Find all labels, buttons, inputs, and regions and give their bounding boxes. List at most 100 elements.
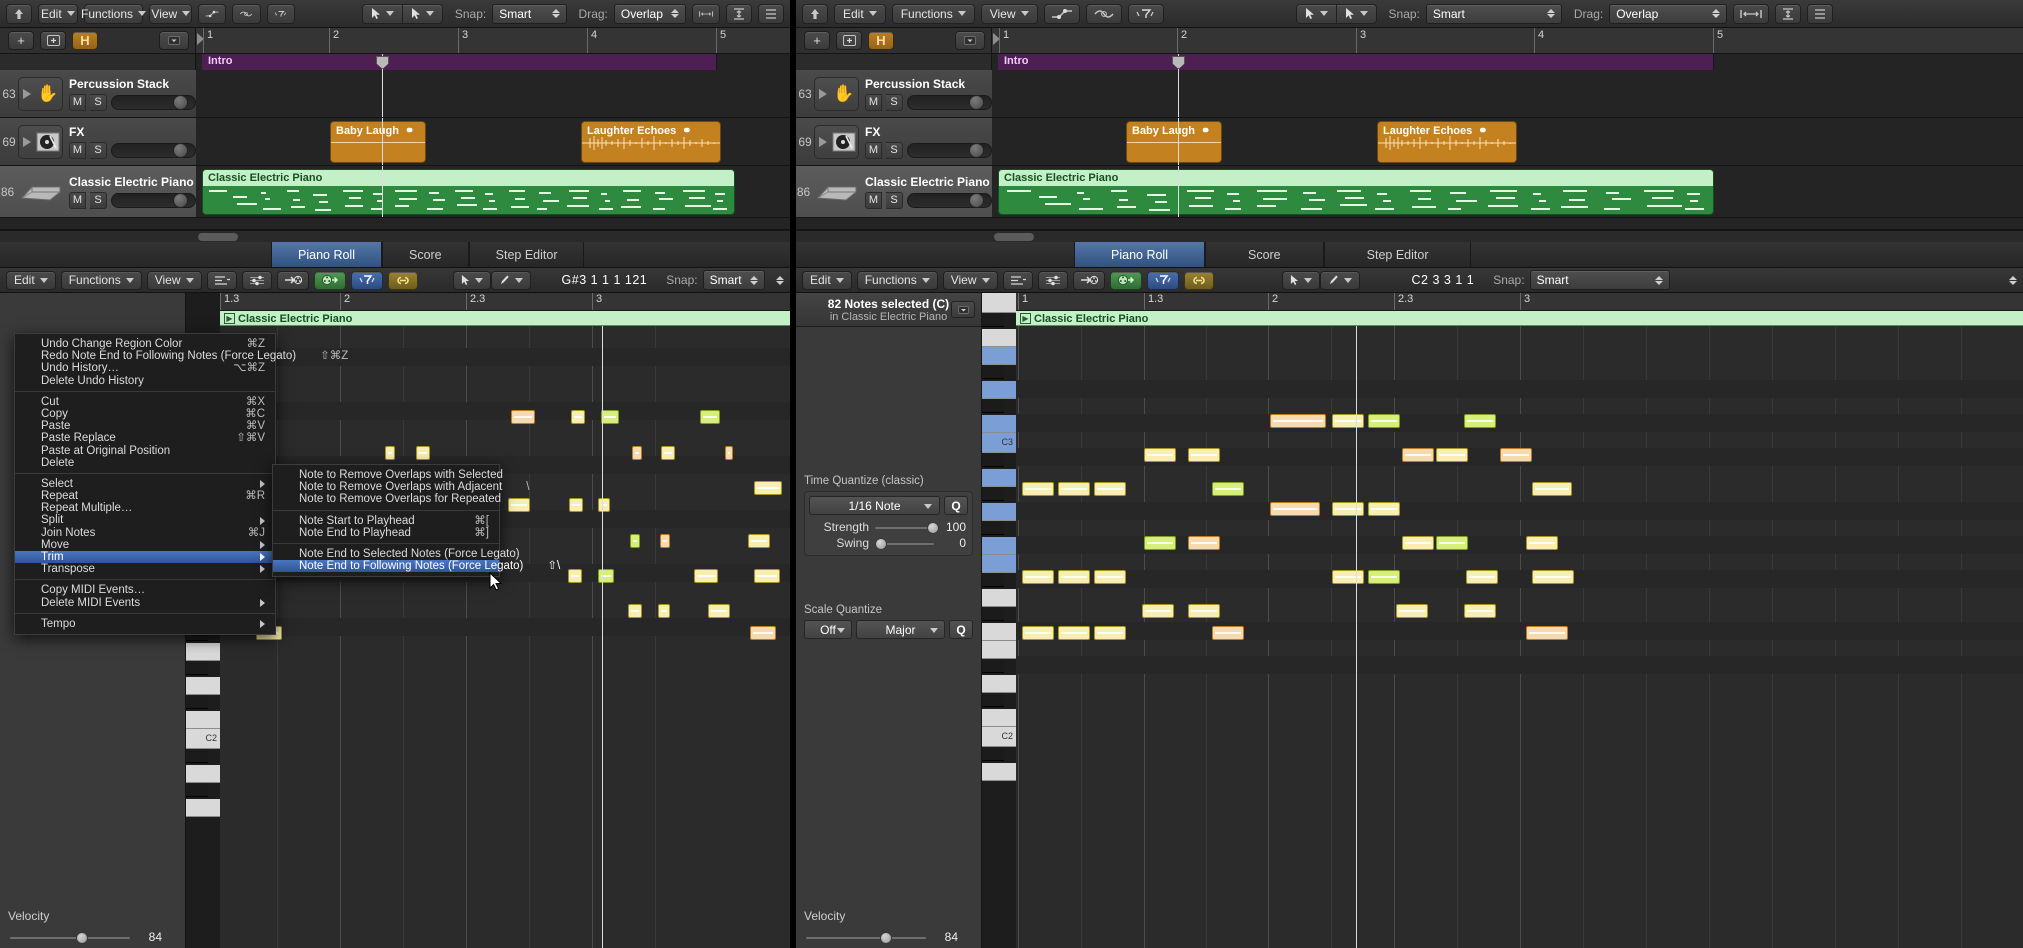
solo-button[interactable]: S	[90, 93, 107, 111]
trim-menu-item-note-start-to-playhead[interactable]: Note Start to Playhead ⌘[	[273, 515, 499, 527]
tool-group[interactable]	[1295, 3, 1377, 24]
note[interactable]	[630, 534, 640, 548]
volume-slider[interactable]	[111, 94, 196, 110]
volume-slider[interactable]	[907, 192, 992, 208]
note[interactable]	[1526, 536, 1558, 550]
inspector-toggle-button[interactable]	[6, 3, 32, 24]
piano-key[interactable]	[186, 799, 220, 817]
note[interactable]	[1466, 570, 1498, 584]
piano-key[interactable]	[982, 747, 1004, 761]
note[interactable]	[1188, 536, 1220, 550]
note[interactable]	[1368, 414, 1400, 428]
list-toggle-button[interactable]	[758, 3, 785, 24]
piano-key-c2[interactable]: C2	[982, 727, 1016, 747]
piano-key[interactable]	[982, 659, 1004, 673]
zoom-stepper-icon[interactable]	[770, 275, 784, 285]
mute-button[interactable]: M	[69, 141, 86, 159]
velocity-icon-button[interactable]	[1037, 270, 1068, 290]
scale-quantize-apply-button[interactable]: Q	[949, 620, 973, 639]
note[interactable]	[661, 446, 675, 460]
solo-button[interactable]: S	[886, 93, 903, 111]
note[interactable]	[1332, 502, 1364, 516]
pointer-tool-button[interactable]	[1295, 3, 1336, 24]
play-triangle-icon[interactable]	[819, 136, 827, 147]
trim-menu-item-note-end-to-playhead[interactable]: Note End to Playhead ⌘]	[273, 527, 499, 539]
editor-position-display[interactable]: C2 3 3 1 1	[1404, 273, 1483, 287]
piano-key[interactable]	[982, 589, 1016, 607]
trim-menu-item-note-to-remove-overlaps-for-repeated[interactable]: Note to Remove Overlaps for Repeated	[273, 493, 501, 505]
piano-key[interactable]	[982, 709, 1016, 727]
list-icon-button[interactable]	[1002, 270, 1033, 290]
edit-menu-button[interactable]: Edit	[834, 3, 886, 24]
track-header-fx[interactable]: 69 FX M S	[0, 118, 196, 165]
piano-key[interactable]	[186, 643, 220, 661]
arrange-ruler[interactable]: 1 2 3 4 5	[196, 28, 790, 53]
edit-menu-item-select[interactable]: Select	[15, 478, 275, 490]
note[interactable]	[508, 498, 530, 512]
track-lane-fx[interactable]: Baby Laugh ⚭ Laughter Echoes ⚭	[992, 118, 2023, 165]
piano-key[interactable]	[982, 381, 1016, 399]
piano-key[interactable]	[186, 695, 208, 709]
track-lane-percussion[interactable]	[992, 70, 2023, 117]
zoom-v-button[interactable]	[1775, 3, 1802, 24]
snap-popup[interactable]: Smart	[492, 3, 567, 24]
note[interactable]	[1532, 482, 1572, 496]
midi-in-icon-button[interactable]	[1072, 270, 1105, 290]
note[interactable]	[568, 569, 582, 583]
edit-menu-item-delete-undo-history[interactable]: Delete Undo History	[15, 375, 275, 387]
velocity-icon-button[interactable]	[241, 270, 272, 290]
note[interactable]	[1144, 536, 1176, 550]
note[interactable]	[1436, 448, 1468, 462]
automation-button[interactable]	[198, 3, 227, 24]
note[interactable]	[628, 604, 642, 618]
note[interactable]	[1058, 570, 1090, 584]
editor-view-menu-button[interactable]: View	[146, 270, 202, 290]
tab-score[interactable]: Score	[381, 242, 469, 267]
quantize-button[interactable]	[266, 3, 295, 24]
edit-menu-item-paste-at-original-position[interactable]: Paste at Original Position	[15, 445, 275, 457]
track-header-percussion[interactable]: 63 ✋ Percussion Stack M S	[796, 70, 992, 117]
piano-key[interactable]	[982, 623, 1016, 641]
volume-slider[interactable]	[907, 94, 992, 110]
piano-roll-grid-right[interactable]	[1016, 326, 2023, 948]
note[interactable]	[569, 498, 583, 512]
note[interactable]	[1402, 536, 1434, 550]
piano-key[interactable]	[186, 749, 208, 763]
note[interactable]	[511, 410, 535, 424]
piano-key[interactable]	[982, 763, 1016, 781]
piano-key[interactable]	[982, 503, 1016, 521]
track-lane-percussion[interactable]	[196, 70, 790, 117]
note[interactable]	[1402, 448, 1434, 462]
flex-button[interactable]	[232, 3, 261, 24]
trim-menu-item-note-end-to-selected-notes-force-legato[interactable]: Note End to Selected Notes (Force Legato…	[273, 548, 520, 560]
track-header-fx[interactable]: 69 FX M S	[796, 118, 992, 165]
piano-key[interactable]	[982, 365, 1004, 379]
view-menu-button[interactable]: View	[149, 3, 193, 24]
editor-functions-menu-button[interactable]: Functions	[856, 270, 938, 290]
zoom-stepper-icon[interactable]	[2003, 275, 2017, 285]
note[interactable]	[754, 481, 782, 495]
trim-menu-item-note-to-remove-overlaps-with-adjacent[interactable]: Note to Remove Overlaps with Adjacent \	[273, 481, 529, 493]
tab-piano-roll[interactable]: Piano Roll	[271, 242, 382, 267]
arrange-hscroll-right[interactable]	[796, 230, 2023, 242]
piano-key[interactable]	[982, 487, 1004, 501]
drag-popup[interactable]: Overlap	[1609, 3, 1728, 24]
note[interactable]	[1270, 502, 1320, 516]
note[interactable]	[416, 446, 430, 460]
piano-key[interactable]	[186, 765, 220, 783]
trim-submenu[interactable]: Note to Remove Overlaps with Selected Not…	[272, 464, 560, 578]
note[interactable]	[598, 569, 614, 583]
editor-snap-popup[interactable]: Smart	[1529, 270, 1670, 290]
track-icon-button[interactable]	[15, 175, 63, 209]
edit-menu-item-paste[interactable]: Paste ⌘V	[15, 420, 275, 432]
midi-thru-icon-button[interactable]	[313, 270, 346, 290]
track-options-button[interactable]	[955, 31, 985, 50]
play-triangle-icon[interactable]	[23, 136, 31, 147]
add-track-button[interactable]: +	[804, 31, 830, 50]
play-triangle-icon[interactable]	[23, 88, 31, 99]
piano-key[interactable]	[982, 537, 1016, 555]
functions-menu-button[interactable]: Functions	[891, 3, 975, 24]
piano-roll-region-bar-left[interactable]: ▶ Classic Electric Piano	[220, 311, 790, 326]
piano-key[interactable]	[982, 329, 1016, 347]
arrange-hscroll[interactable]	[0, 230, 790, 242]
